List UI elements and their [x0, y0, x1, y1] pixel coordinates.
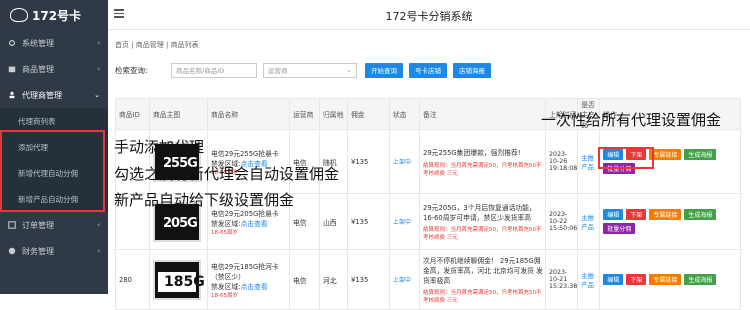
sidebar-item-orders[interactable]: 订单管理 ‹ — [0, 212, 108, 238]
filter-label: 检索查询: — [115, 65, 148, 75]
sidebar-item-label: 商品管理 — [22, 64, 54, 74]
gear-icon — [9, 40, 15, 46]
poster-button[interactable]: 生成海报 — [684, 274, 717, 285]
chevron-down-icon: ⌄ — [94, 91, 100, 99]
cell-operator: 电信 — [289, 249, 320, 310]
edit-button[interactable]: 编辑 — [603, 274, 624, 285]
unlist-button[interactable]: 下架 — [626, 209, 647, 220]
settlement-rule: 结算规则：当月首充需满足50，只考核首充50不考核续费 三元 — [423, 227, 542, 241]
exclusive-link-button[interactable]: 专属链接 — [649, 209, 682, 220]
logo[interactable]: 172号卡 — [0, 0, 108, 30]
note-text: 29元255G集团爆款，强烈推荐! — [423, 148, 521, 157]
restrict-link[interactable]: 点击查看 — [240, 220, 267, 228]
highlight-box-batch — [598, 147, 654, 169]
cell-main: 主推产品 — [577, 249, 601, 310]
exclusive-link-button[interactable]: 专属链接 — [649, 149, 682, 160]
restrict-link[interactable]: 点击查看 — [240, 283, 267, 291]
cell-main: 主推产品 — [577, 193, 601, 250]
unlist-button[interactable]: 下架 — [626, 274, 647, 285]
cell-status[interactable]: 上架中 — [389, 193, 420, 250]
age-text: 18-65周岁 — [211, 229, 238, 236]
breadcrumb: 首页 | 商品管理 | 商品列表 — [115, 41, 199, 49]
users-icon — [9, 91, 15, 99]
chevron-left-icon: ‹ — [97, 221, 100, 229]
logo-text: 172号卡 — [32, 8, 82, 23]
col-header: 佣金 — [347, 98, 390, 130]
search-input[interactable]: 商品名称/商品ID — [171, 62, 257, 78]
col-header: 归属地 — [319, 98, 348, 130]
age-text: 18-65周岁 — [211, 292, 238, 299]
cell-time: 2023-10-22 15:50:06 — [544, 193, 579, 250]
settlement-rule: 结算规则：当月首充需满足50，只考核首充50不考核续费 三元 — [423, 162, 542, 177]
sidebar-item-system[interactable]: 系统管理 ‹ — [0, 30, 108, 56]
note-text: 29元205G，3个月后恢复通话功能，16-60周岁可申请，禁区少发货率高 — [423, 204, 536, 222]
chevron-left-icon: ‹ — [97, 39, 100, 47]
col-header: 商品名称 — [207, 98, 290, 130]
batch-commission-button[interactable]: 批量分佣 — [603, 223, 636, 234]
cell-status[interactable]: 上架中 — [389, 129, 420, 194]
poster-button[interactable]: 生成海报 — [684, 209, 717, 220]
highlight-box-sidebar — [0, 130, 105, 212]
settlement-rule: 结算规则：当月首充需满足50，只考核首充50不考核续费 三元 — [423, 290, 542, 304]
cell-time: 2023-10-26 19:18:08 — [544, 129, 579, 194]
cell-region: 河北 — [319, 249, 348, 310]
poster-button[interactable]: 店铺海报 — [453, 62, 491, 78]
annotation-auto-agent: 勾选之后有新代理会自动设置佣金 — [114, 165, 340, 183]
annotation-auto-product: 新产品自动给下级设置佣金 — [114, 191, 295, 209]
col-header: 状态 — [389, 98, 420, 130]
cell-time: 2023-10-21 15:23:38 — [544, 249, 579, 310]
chevron-left-icon: ‹ — [97, 65, 100, 73]
sidebar-item-agents[interactable]: 代理商管理 ⌄ — [0, 82, 108, 108]
cell-region: 山西 — [319, 193, 348, 250]
list-icon — [8, 221, 16, 229]
poster-button[interactable]: 生成海报 — [684, 149, 717, 160]
sidebar-item-label: 订单管理 — [22, 220, 54, 230]
logo-icon — [10, 8, 28, 22]
annotation-batch: 一次性给所有代理设置佣金 — [541, 111, 722, 129]
box-icon — [8, 66, 16, 73]
sidebar-item-products[interactable]: 商品管理 ‹ — [0, 56, 108, 82]
sidebar-item-finance[interactable]: 财务管理 ‹ — [0, 238, 108, 264]
table-row: 280 185G 电信29元185G抢河卡（禁区少） 禁发区域:点击查看 18-… — [115, 249, 741, 310]
annotation-add-agent: 手动添加代理 — [114, 138, 205, 156]
cell-status[interactable]: 上架中 — [389, 249, 420, 310]
cell-id: 280 — [115, 249, 150, 310]
exclusive-link-button[interactable]: 专属链接 — [649, 274, 682, 285]
col-header: 运营商 — [289, 98, 320, 130]
topbar: 172号卡分销系统 — [108, 0, 750, 30]
chevron-left-icon: ‹ — [97, 247, 100, 255]
col-header: 商品主图 — [149, 98, 208, 130]
page-title: 172号卡分销系统 — [385, 10, 473, 23]
sidebar-item-label: 财务管理 — [22, 246, 54, 256]
chevron-down-icon: ⌄ — [346, 66, 352, 74]
col-header: 商品ID — [115, 98, 150, 130]
sidebar-item-label: 系统管理 — [22, 38, 54, 48]
shop-button[interactable]: 号卡店铺 — [409, 62, 447, 78]
col-header: 备注 — [419, 98, 546, 130]
coin-icon — [8, 247, 16, 255]
edit-button[interactable]: 编辑 — [603, 209, 624, 220]
product-name: 电信29元185G抢河卡（禁区少） — [211, 262, 279, 281]
operator-select[interactable]: 运营商 ⌄ — [263, 62, 357, 78]
sidebar-item-label: 代理商管理 — [22, 90, 62, 100]
product-name: 电信29元255G抢悬卡 — [211, 149, 279, 158]
filter-bar: 检索查询: 商品名称/商品ID 运营商 ⌄ 开始查询 号卡店铺 店铺海报 — [115, 60, 491, 80]
cell-commission: ¥135 — [347, 129, 390, 194]
cell-main: 主推产品 — [577, 129, 601, 194]
cell-commission: ¥135 — [347, 193, 390, 250]
note-text: 次月不停机继续聊佣金！ 29元185G佣金高，发货率高，河北 北京均可发货 发货… — [423, 257, 543, 285]
search-button[interactable]: 开始查询 — [365, 62, 403, 78]
cell-commission: ¥135 — [347, 249, 390, 310]
